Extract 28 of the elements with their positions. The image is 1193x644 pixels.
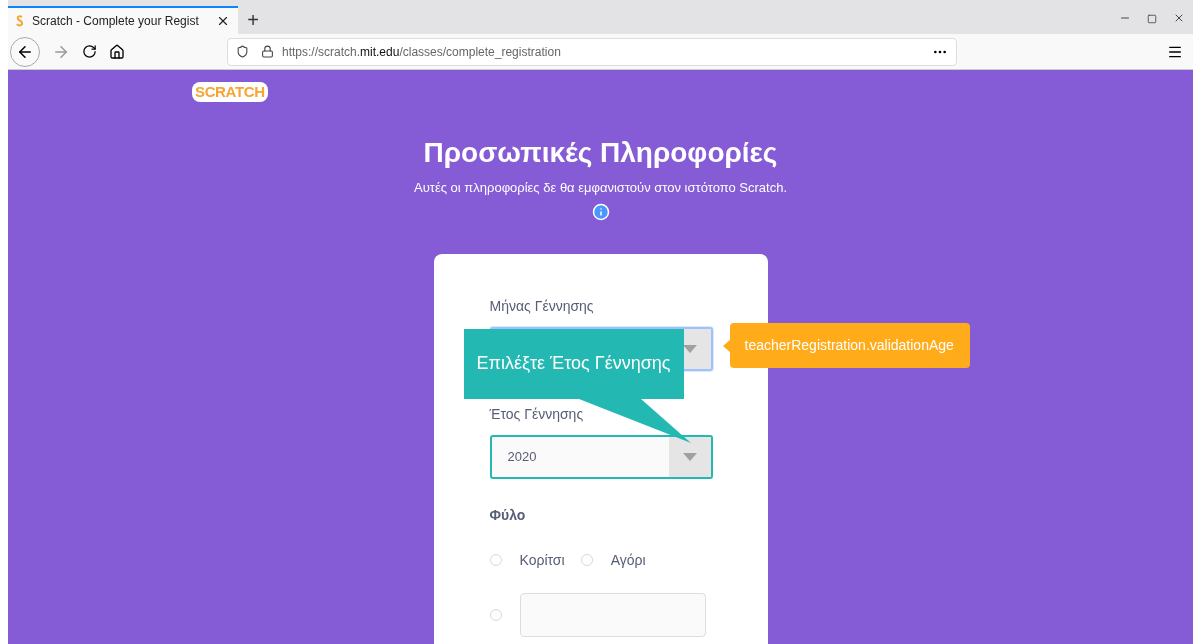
url-text: https://scratch.mit.edu/classes/complete_registration: [282, 43, 561, 61]
close-window-icon[interactable]: [1173, 12, 1185, 24]
caret-icon: [682, 344, 697, 353]
tab-title: Scratch - Complete your Regist: [32, 13, 200, 30]
select-field[interactable]: 2020: [489, 434, 713, 479]
other-gender-field[interactable]: [519, 592, 706, 637]
lock-icon: [261, 45, 274, 58]
field-label: Μήνας Γέννησης: [489, 296, 595, 316]
address-bar[interactable]: https://scratch.mit.edu/classes/complete_registration: [227, 37, 957, 66]
restore-icon[interactable]: [1147, 14, 1157, 24]
scratch-tab-icon: [16, 15, 24, 27]
close-icon[interactable]: [216, 14, 230, 28]
radio-label: Αγόρι: [610, 550, 646, 570]
new-tab-button[interactable]: +: [238, 6, 268, 34]
field-label: Έτος Γέννησης: [489, 404, 585, 424]
info-icon[interactable]: [591, 202, 610, 221]
validation-tooltip: teacherRegistration.validationAge: [729, 322, 970, 368]
select-value: 2020: [506, 447, 538, 466]
page-title: Προσωπικές Πληροφορίες: [423, 136, 778, 170]
browser-tab[interactable]: Scratch - Complete your Regist: [8, 6, 238, 34]
page-subtitle: Αυτές οι πληροφορίες δε θα εμφανιστούν στον ιστότοπο Scratch.: [414, 179, 787, 197]
reload-icon[interactable]: [82, 44, 97, 59]
radio-label: Κορίτσι: [519, 550, 565, 570]
caret-icon: [682, 452, 697, 461]
gender-label: Φύλο: [489, 505, 527, 525]
tooltip-pointer: [722, 338, 731, 353]
shield-icon: [236, 45, 249, 58]
home-icon[interactable]: [109, 43, 125, 60]
